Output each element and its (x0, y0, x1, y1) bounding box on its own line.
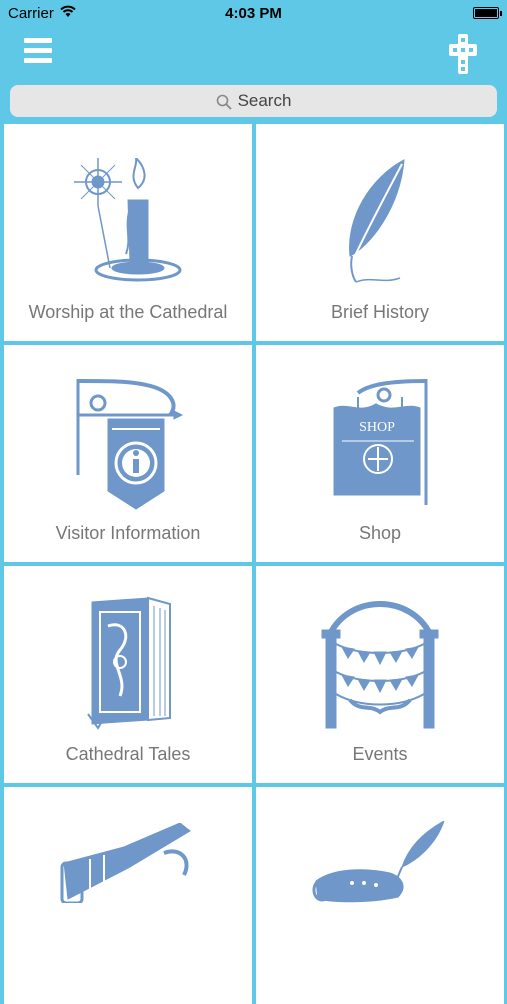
clock: 4:03 PM (225, 5, 282, 22)
menu-grid: Worship at the Cathedral Brief History V… (0, 122, 507, 1004)
svg-text:SHOP: SHOP (359, 420, 395, 435)
tile-label: Visitor Information (55, 523, 201, 543)
tile-worship[interactable]: Worship at the Cathedral (4, 124, 252, 341)
book-icon (87, 596, 171, 730)
tile-visitor-information[interactable]: Visitor Information (4, 345, 252, 562)
tile-label: Shop (358, 523, 402, 543)
search-icon (216, 94, 232, 110)
tile-cathedral-tales[interactable]: Cathedral Tales (4, 566, 252, 783)
search-bar: Search (0, 80, 507, 122)
scroll-quill-icon (312, 821, 445, 903)
tile-label: Events (352, 744, 408, 764)
tile-bugle-sword[interactable] (4, 787, 252, 1004)
cathedral-cross-icon[interactable] (449, 34, 477, 74)
tile-brief-history[interactable]: Brief History (256, 124, 504, 341)
tile-events[interactable]: Events (256, 566, 504, 783)
bunting-arch-icon (321, 601, 439, 729)
search-placeholder: Search (237, 91, 292, 110)
shop-sign-icon: SHOP (333, 379, 428, 505)
status-bar: Carrier 4:03 PM (0, 0, 507, 28)
hamburger-icon[interactable] (24, 38, 52, 66)
tile-label: Worship at the Cathedral (28, 302, 228, 322)
tile-label: Cathedral Tales (65, 744, 191, 764)
quill-icon (349, 159, 405, 283)
battery-icon (473, 7, 502, 19)
tile-shop[interactable]: SHOP Shop (256, 345, 504, 562)
search-input[interactable]: Search (10, 85, 497, 117)
navbar (0, 28, 507, 80)
bugle-sword-icon (60, 823, 191, 903)
tile-label: Brief History (330, 302, 429, 322)
candle-icon (74, 158, 182, 282)
tile-scroll-quill[interactable] (256, 787, 504, 1004)
info-banner-icon (76, 379, 184, 510)
